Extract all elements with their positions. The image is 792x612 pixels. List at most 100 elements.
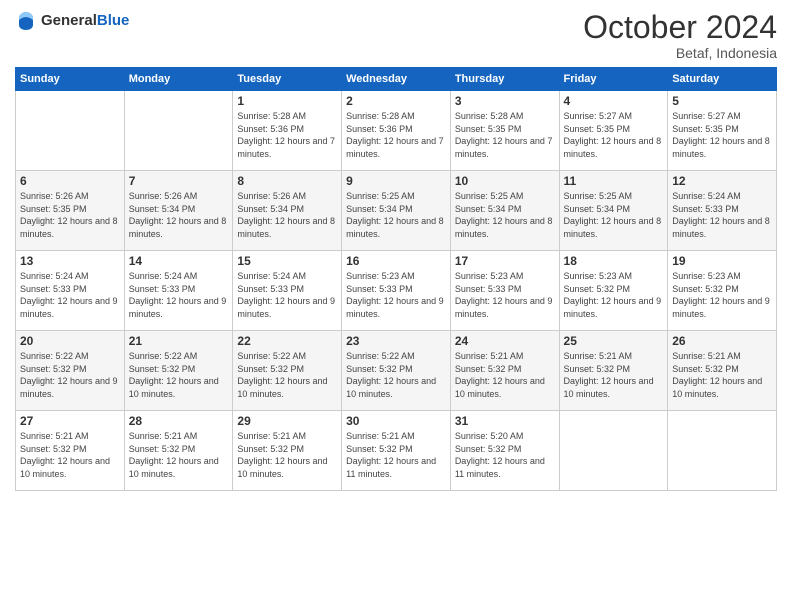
calendar-cell: 1 Sunrise: 5:28 AM Sunset: 5:36 PM Daylig… [233,91,342,171]
day-info: Sunrise: 5:24 AM Sunset: 5:33 PM Dayligh… [672,190,772,240]
calendar-cell: 30 Sunrise: 5:21 AM Sunset: 5:32 PM Dayli… [342,411,451,491]
day-number: 3 [455,94,555,108]
month-title: October 2024 [583,10,777,45]
calendar-cell: 5 Sunrise: 5:27 AM Sunset: 5:35 PM Daylig… [668,91,777,171]
day-info: Sunrise: 5:28 AM Sunset: 5:35 PM Dayligh… [455,110,555,160]
day-number: 25 [564,334,664,348]
calendar-cell [559,411,668,491]
day-number: 17 [455,254,555,268]
day-number: 13 [20,254,120,268]
calendar-cell: 4 Sunrise: 5:27 AM Sunset: 5:35 PM Daylig… [559,91,668,171]
day-number: 23 [346,334,446,348]
day-info: Sunrise: 5:28 AM Sunset: 5:36 PM Dayligh… [237,110,337,160]
logo: GeneralBlue [15,10,129,32]
calendar-cell: 17 Sunrise: 5:23 AM Sunset: 5:33 PM Dayli… [450,251,559,331]
day-number: 10 [455,174,555,188]
day-number: 30 [346,414,446,428]
day-number: 22 [237,334,337,348]
calendar-cell: 9 Sunrise: 5:25 AM Sunset: 5:34 PM Daylig… [342,171,451,251]
day-number: 15 [237,254,337,268]
day-number: 2 [346,94,446,108]
calendar-cell: 10 Sunrise: 5:25 AM Sunset: 5:34 PM Dayli… [450,171,559,251]
weekday-header-tuesday: Tuesday [233,68,342,91]
day-number: 28 [129,414,229,428]
calendar-cell: 22Sunrise: 5:22 AM Sunset: 5:32 PM Dayli… [233,331,342,411]
day-number: 5 [672,94,772,108]
weekday-header-wednesday: Wednesday [342,68,451,91]
calendar-cell: 16 Sunrise: 5:23 AM Sunset: 5:33 PM Dayli… [342,251,451,331]
day-number: 18 [564,254,664,268]
calendar-cell: 29Sunrise: 5:21 AM Sunset: 5:32 PM Dayli… [233,411,342,491]
day-info: Sunrise: 5:26 AM Sunset: 5:34 PM Dayligh… [237,190,337,240]
day-info: Sunrise: 5:21 AM Sunset: 5:32 PM Dayligh… [455,350,555,400]
weekday-header-thursday: Thursday [450,68,559,91]
day-number: 31 [455,414,555,428]
calendar-cell: 21 Sunrise: 5:22 AM Sunset: 5:32 PM Dayli… [124,331,233,411]
day-number: 11 [564,174,664,188]
calendar-cell: 12 Sunrise: 5:24 AM Sunset: 5:33 PM Dayli… [668,171,777,251]
day-info: Sunrise: 5:22 AM Sunset: 5:32 PM Dayligh… [346,350,446,400]
day-number: 20 [20,334,120,348]
calendar-table: SundayMondayTuesdayWednesdayThursdayFrid… [15,67,777,491]
day-info: Sunrise: 5:25 AM Sunset: 5:34 PM Dayligh… [455,190,555,240]
day-number: 27 [20,414,120,428]
calendar-cell: 28Sunrise: 5:21 AM Sunset: 5:32 PM Dayli… [124,411,233,491]
calendar-cell: 19 Sunrise: 5:23 AM Sunset: 5:32 PM Dayli… [668,251,777,331]
logo-general: General [41,12,97,29]
day-info: Sunrise: 5:21 AM Sunset: 5:32 PM Dayligh… [564,350,664,400]
day-info: Sunrise: 5:23 AM Sunset: 5:32 PM Dayligh… [672,270,772,320]
day-number: 14 [129,254,229,268]
calendar-cell: 25 Sunrise: 5:21 AM Sunset: 5:32 PM Dayli… [559,331,668,411]
day-info: Sunrise: 5:26 AM Sunset: 5:34 PM Dayligh… [129,190,229,240]
calendar-cell: 26 Sunrise: 5:21 AM Sunset: 5:32 PM Dayli… [668,331,777,411]
weekday-header-saturday: Saturday [668,68,777,91]
day-number: 7 [129,174,229,188]
day-info: Sunrise: 5:23 AM Sunset: 5:33 PM Dayligh… [455,270,555,320]
day-info: Sunrise: 5:24 AM Sunset: 5:33 PM Dayligh… [129,270,229,320]
day-number: 8 [237,174,337,188]
day-info: Sunrise: 5:27 AM Sunset: 5:35 PM Dayligh… [564,110,664,160]
calendar-cell: 8 Sunrise: 5:26 AM Sunset: 5:34 PM Daylig… [233,171,342,251]
calendar-cell: 2 Sunrise: 5:28 AM Sunset: 5:36 PM Daylig… [342,91,451,171]
day-number: 29 [237,414,337,428]
calendar-cell: 14 Sunrise: 5:24 AM Sunset: 5:33 PM Dayli… [124,251,233,331]
day-number: 24 [455,334,555,348]
calendar-cell: 3 Sunrise: 5:28 AM Sunset: 5:35 PM Daylig… [450,91,559,171]
day-info: Sunrise: 5:27 AM Sunset: 5:35 PM Dayligh… [672,110,772,160]
calendar-cell [16,91,125,171]
calendar-cell: 23 Sunrise: 5:22 AM Sunset: 5:32 PM Dayli… [342,331,451,411]
day-number: 26 [672,334,772,348]
calendar-cell: 18Sunrise: 5:23 AM Sunset: 5:32 PM Dayli… [559,251,668,331]
day-info: Sunrise: 5:22 AM Sunset: 5:32 PM Dayligh… [129,350,229,400]
day-info: Sunrise: 5:24 AM Sunset: 5:33 PM Dayligh… [20,270,120,320]
day-info: Sunrise: 5:25 AM Sunset: 5:34 PM Dayligh… [564,190,664,240]
day-number: 9 [346,174,446,188]
day-number: 6 [20,174,120,188]
day-info: Sunrise: 5:21 AM Sunset: 5:32 PM Dayligh… [20,430,120,480]
day-number: 4 [564,94,664,108]
day-info: Sunrise: 5:21 AM Sunset: 5:32 PM Dayligh… [672,350,772,400]
day-info: Sunrise: 5:25 AM Sunset: 5:34 PM Dayligh… [346,190,446,240]
calendar-cell: 31Sunrise: 5:20 AM Sunset: 5:32 PM Dayli… [450,411,559,491]
weekday-header-sunday: Sunday [16,68,125,91]
day-number: 1 [237,94,337,108]
day-number: 12 [672,174,772,188]
weekday-header-friday: Friday [559,68,668,91]
calendar-cell: 13 Sunrise: 5:24 AM Sunset: 5:33 PM Dayli… [16,251,125,331]
calendar-cell [124,91,233,171]
calendar-cell: 15 Sunrise: 5:24 AM Sunset: 5:33 PM Dayli… [233,251,342,331]
day-info: Sunrise: 5:23 AM Sunset: 5:33 PM Dayligh… [346,270,446,320]
weekday-header-monday: Monday [124,68,233,91]
calendar-cell: 6 Sunrise: 5:26 AM Sunset: 5:35 PM Daylig… [16,171,125,251]
day-info: Sunrise: 5:28 AM Sunset: 5:36 PM Dayligh… [346,110,446,160]
day-info: Sunrise: 5:24 AM Sunset: 5:33 PM Dayligh… [237,270,337,320]
calendar-cell: 24 Sunrise: 5:21 AM Sunset: 5:32 PM Dayli… [450,331,559,411]
day-number: 21 [129,334,229,348]
calendar-cell [668,411,777,491]
day-info: Sunrise: 5:26 AM Sunset: 5:35 PM Dayligh… [20,190,120,240]
day-number: 16 [346,254,446,268]
calendar-cell: 20Sunrise: 5:22 AM Sunset: 5:32 PM Dayli… [16,331,125,411]
day-info: Sunrise: 5:21 AM Sunset: 5:32 PM Dayligh… [346,430,446,480]
day-number: 19 [672,254,772,268]
location-title: Betaf, Indonesia [583,45,777,61]
